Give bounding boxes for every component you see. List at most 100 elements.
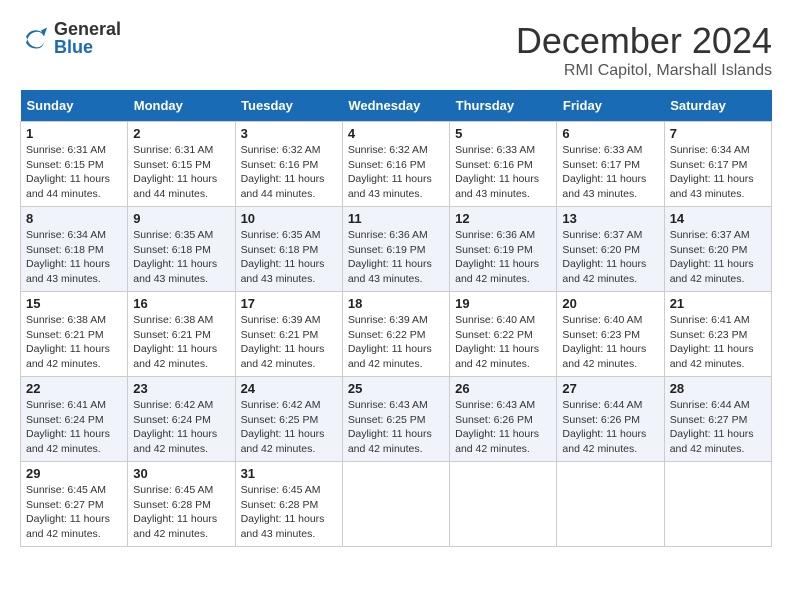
day-number: 10	[241, 211, 337, 226]
empty-cell	[664, 462, 771, 547]
day-info: Sunrise: 6:33 AMSunset: 6:16 PMDaylight:…	[455, 143, 551, 202]
day-cell-24: 24 Sunrise: 6:42 AMSunset: 6:25 PMDayligh…	[235, 377, 342, 462]
weekday-header-sunday: Sunday	[21, 90, 128, 122]
day-number: 27	[562, 381, 658, 396]
day-info: Sunrise: 6:32 AMSunset: 6:16 PMDaylight:…	[241, 143, 337, 202]
day-number: 20	[562, 296, 658, 311]
day-cell-15: 15 Sunrise: 6:38 AMSunset: 6:21 PMDayligh…	[21, 292, 128, 377]
day-info: Sunrise: 6:45 AMSunset: 6:27 PMDaylight:…	[26, 483, 122, 542]
day-number: 9	[133, 211, 229, 226]
day-info: Sunrise: 6:41 AMSunset: 6:24 PMDaylight:…	[26, 398, 122, 457]
day-number: 24	[241, 381, 337, 396]
day-number: 11	[348, 211, 444, 226]
day-cell-31: 31Sunrise: 6:45 AMSunset: 6:28 PMDayligh…	[235, 462, 342, 547]
week-row-5: 29 Sunrise: 6:45 AMSunset: 6:27 PMDayligh…	[21, 462, 772, 547]
day-info: Sunrise: 6:36 AMSunset: 6:19 PMDaylight:…	[455, 228, 551, 287]
location-title: RMI Capitol, Marshall Islands	[516, 62, 772, 80]
day-cell-20: 20 Sunrise: 6:40 AMSunset: 6:23 PMDayligh…	[557, 292, 664, 377]
day-cell-13: 13 Sunrise: 6:37 AMSunset: 6:20 PMDayligh…	[557, 207, 664, 292]
day-cell-21: 21 Sunrise: 6:41 AMSunset: 6:23 PMDayligh…	[664, 292, 771, 377]
day-number: 1	[26, 126, 122, 141]
day-cell-6: 6Sunrise: 6:33 AMSunset: 6:17 PMDaylight…	[557, 122, 664, 207]
logo-general: General	[54, 20, 121, 38]
weekday-header-monday: Monday	[128, 90, 235, 122]
day-cell-23: 23 Sunrise: 6:42 AMSunset: 6:24 PMDayligh…	[128, 377, 235, 462]
title-area: December 2024 RMI Capitol, Marshall Isla…	[516, 20, 772, 80]
weekday-header-friday: Friday	[557, 90, 664, 122]
day-info: Sunrise: 6:34 AMSunset: 6:17 PMDaylight:…	[670, 143, 766, 202]
day-info: Sunrise: 6:42 AMSunset: 6:25 PMDaylight:…	[241, 398, 337, 457]
empty-cell	[342, 462, 449, 547]
day-number: 16	[133, 296, 229, 311]
day-number: 18	[348, 296, 444, 311]
weekday-header-thursday: Thursday	[450, 90, 557, 122]
day-info: Sunrise: 6:38 AMSunset: 6:21 PMDaylight:…	[26, 313, 122, 372]
day-info: Sunrise: 6:36 AMSunset: 6:19 PMDaylight:…	[348, 228, 444, 287]
day-number: 3	[241, 126, 337, 141]
day-number: 21	[670, 296, 766, 311]
day-info: Sunrise: 6:39 AMSunset: 6:22 PMDaylight:…	[348, 313, 444, 372]
day-info: Sunrise: 6:37 AMSunset: 6:20 PMDaylight:…	[670, 228, 766, 287]
empty-cell	[450, 462, 557, 547]
day-cell-18: 18 Sunrise: 6:39 AMSunset: 6:22 PMDayligh…	[342, 292, 449, 377]
week-row-3: 15 Sunrise: 6:38 AMSunset: 6:21 PMDayligh…	[21, 292, 772, 377]
day-info: Sunrise: 6:41 AMSunset: 6:23 PMDaylight:…	[670, 313, 766, 372]
weekday-header-saturday: Saturday	[664, 90, 771, 122]
day-number: 26	[455, 381, 551, 396]
day-cell-9: 9 Sunrise: 6:35 AMSunset: 6:18 PMDaylight…	[128, 207, 235, 292]
week-row-2: 8Sunrise: 6:34 AMSunset: 6:18 PMDaylight…	[21, 207, 772, 292]
day-number: 12	[455, 211, 551, 226]
day-info: Sunrise: 6:35 AMSunset: 6:18 PMDaylight:…	[133, 228, 229, 287]
day-number: 25	[348, 381, 444, 396]
day-number: 30	[133, 466, 229, 481]
day-number: 4	[348, 126, 444, 141]
day-cell-14: 14 Sunrise: 6:37 AMSunset: 6:20 PMDayligh…	[664, 207, 771, 292]
day-number: 5	[455, 126, 551, 141]
day-info: Sunrise: 6:31 AMSunset: 6:15 PMDaylight:…	[26, 143, 122, 202]
calendar-table: SundayMondayTuesdayWednesdayThursdayFrid…	[20, 90, 772, 547]
day-info: Sunrise: 6:44 AMSunset: 6:27 PMDaylight:…	[670, 398, 766, 457]
day-info: Sunrise: 6:37 AMSunset: 6:20 PMDaylight:…	[562, 228, 658, 287]
day-number: 23	[133, 381, 229, 396]
day-cell-12: 12 Sunrise: 6:36 AMSunset: 6:19 PMDayligh…	[450, 207, 557, 292]
day-info: Sunrise: 6:39 AMSunset: 6:21 PMDaylight:…	[241, 313, 337, 372]
day-info: Sunrise: 6:40 AMSunset: 6:23 PMDaylight:…	[562, 313, 658, 372]
weekday-header-wednesday: Wednesday	[342, 90, 449, 122]
day-number: 15	[26, 296, 122, 311]
month-title: December 2024	[516, 20, 772, 62]
day-cell-16: 16Sunrise: 6:38 AMSunset: 6:21 PMDayligh…	[128, 292, 235, 377]
day-number: 31	[241, 466, 337, 481]
day-info: Sunrise: 6:42 AMSunset: 6:24 PMDaylight:…	[133, 398, 229, 457]
day-cell-26: 26Sunrise: 6:43 AMSunset: 6:26 PMDayligh…	[450, 377, 557, 462]
day-number: 29	[26, 466, 122, 481]
week-row-1: 1 Sunrise: 6:31 AMSunset: 6:15 PMDaylight…	[21, 122, 772, 207]
week-row-4: 22 Sunrise: 6:41 AMSunset: 6:24 PMDayligh…	[21, 377, 772, 462]
day-info: Sunrise: 6:44 AMSunset: 6:26 PMDaylight:…	[562, 398, 658, 457]
day-cell-10: 10 Sunrise: 6:35 AMSunset: 6:18 PMDayligh…	[235, 207, 342, 292]
day-cell-4: 4 Sunrise: 6:32 AMSunset: 6:16 PMDaylight…	[342, 122, 449, 207]
day-number: 13	[562, 211, 658, 226]
day-number: 22	[26, 381, 122, 396]
day-number: 14	[670, 211, 766, 226]
weekday-header-tuesday: Tuesday	[235, 90, 342, 122]
day-cell-1: 1 Sunrise: 6:31 AMSunset: 6:15 PMDaylight…	[21, 122, 128, 207]
day-number: 8	[26, 211, 122, 226]
day-info: Sunrise: 6:31 AMSunset: 6:15 PMDaylight:…	[133, 143, 229, 202]
logo-text: General Blue	[54, 20, 121, 56]
day-number: 2	[133, 126, 229, 141]
day-cell-2: 2 Sunrise: 6:31 AMSunset: 6:15 PMDaylight…	[128, 122, 235, 207]
day-cell-25: 25Sunrise: 6:43 AMSunset: 6:25 PMDayligh…	[342, 377, 449, 462]
day-info: Sunrise: 6:33 AMSunset: 6:17 PMDaylight:…	[562, 143, 658, 202]
day-cell-27: 27 Sunrise: 6:44 AMSunset: 6:26 PMDayligh…	[557, 377, 664, 462]
logo-blue: Blue	[54, 38, 121, 56]
day-number: 17	[241, 296, 337, 311]
day-cell-30: 30 Sunrise: 6:45 AMSunset: 6:28 PMDayligh…	[128, 462, 235, 547]
day-cell-29: 29 Sunrise: 6:45 AMSunset: 6:27 PMDayligh…	[21, 462, 128, 547]
day-number: 28	[670, 381, 766, 396]
weekday-header-row: SundayMondayTuesdayWednesdayThursdayFrid…	[21, 90, 772, 122]
logo-icon	[20, 23, 50, 53]
day-cell-5: 5 Sunrise: 6:33 AMSunset: 6:16 PMDaylight…	[450, 122, 557, 207]
day-info: Sunrise: 6:45 AMSunset: 6:28 PMDaylight:…	[133, 483, 229, 542]
day-info: Sunrise: 6:32 AMSunset: 6:16 PMDaylight:…	[348, 143, 444, 202]
day-info: Sunrise: 6:35 AMSunset: 6:18 PMDaylight:…	[241, 228, 337, 287]
